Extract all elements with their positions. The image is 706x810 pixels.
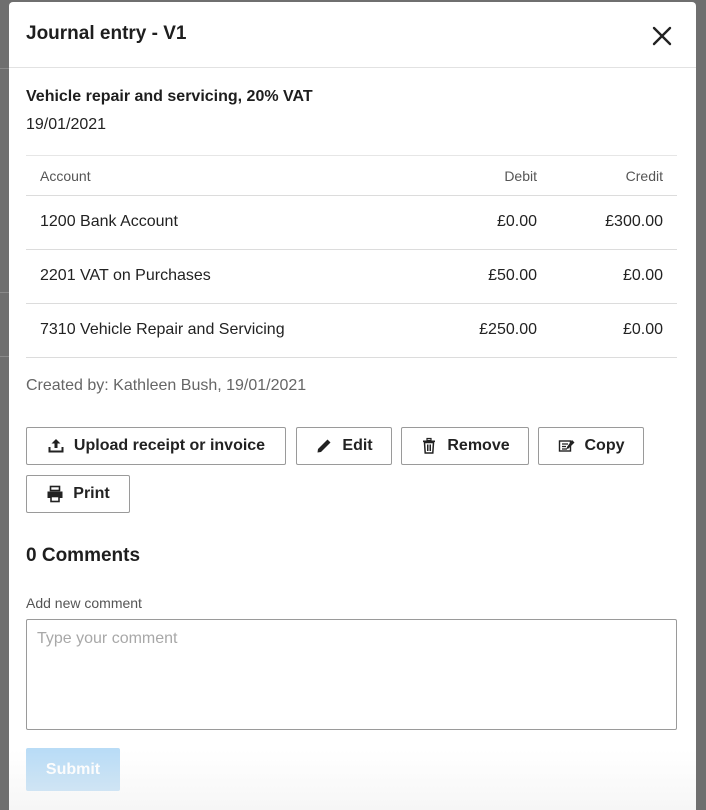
row-account: 7310 Vehicle Repair and Servicing	[40, 321, 285, 338]
table-row: 2201 VAT on Purchases £50.00 £0.00	[26, 250, 677, 304]
entry-date: 19/01/2021	[26, 116, 107, 133]
pencil-icon	[315, 437, 333, 455]
edit-button[interactable]: Edit	[296, 427, 392, 465]
header-debit: Debit	[504, 168, 537, 184]
close-icon	[652, 26, 672, 46]
printer-icon	[46, 485, 64, 503]
trash-icon	[420, 437, 438, 455]
edit-label: Edit	[342, 437, 373, 454]
row-debit: £0.00	[496, 213, 537, 230]
comments-heading: 0 Comments	[26, 545, 141, 566]
table-row: 7310 Vehicle Repair and Servicing £250.0…	[26, 304, 677, 358]
journal-entry-modal: Journal entry - V1 Vehicle repair and se…	[9, 2, 696, 810]
add-comment-label: Add new comment	[26, 595, 142, 611]
header-credit: Credit	[625, 168, 663, 184]
created-by-text: Created by: Kathleen Bush, 19/01/2021	[26, 377, 307, 394]
table-header: Account Debit Credit	[26, 156, 677, 196]
comment-input[interactable]	[26, 619, 677, 730]
modal-header: Journal entry - V1	[9, 2, 696, 68]
row-credit: £300.00	[605, 213, 663, 230]
table-row: 1200 Bank Account £0.00 £300.00	[26, 196, 677, 250]
copy-icon	[558, 437, 576, 455]
print-button[interactable]: Print	[26, 475, 130, 513]
remove-button[interactable]: Remove	[401, 427, 529, 465]
row-credit: £0.00	[622, 321, 663, 338]
entry-description: Vehicle repair and servicing, 20% VAT	[26, 88, 313, 105]
copy-button[interactable]: Copy	[538, 427, 644, 465]
copy-label: Copy	[584, 437, 625, 454]
print-label: Print	[73, 485, 110, 502]
header-account: Account	[40, 168, 91, 184]
submit-button[interactable]: Submit	[26, 748, 120, 791]
remove-label: Remove	[447, 437, 510, 454]
row-debit: £50.00	[488, 267, 537, 284]
upload-receipt-button[interactable]: Upload receipt or invoice	[26, 427, 286, 465]
row-credit: £0.00	[622, 267, 663, 284]
upload-receipt-label: Upload receipt or invoice	[73, 437, 266, 454]
close-button[interactable]	[650, 24, 674, 48]
modal-title: Journal entry - V1	[26, 23, 187, 44]
row-debit: £250.00	[479, 321, 537, 338]
row-account: 1200 Bank Account	[40, 213, 178, 230]
journal-table: Account Debit Credit 1200 Bank Account £…	[26, 155, 677, 358]
row-account: 2201 VAT on Purchases	[40, 267, 211, 284]
upload-icon	[47, 437, 65, 455]
